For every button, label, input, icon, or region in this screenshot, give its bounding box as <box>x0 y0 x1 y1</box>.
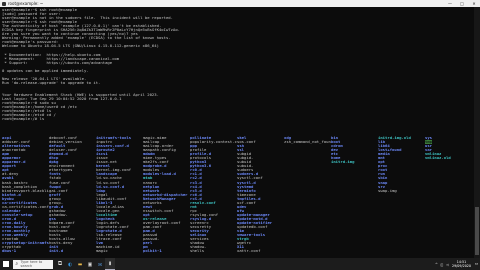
listing-column: debconf.conf debian_version default deluser… <box>49 136 96 256</box>
minimize-button[interactable]: — <box>444 0 456 7</box>
window-title: root@example: ~ <box>8 1 44 6</box>
taskbar-search-box[interactable]: ⌕ Type here to search <box>13 259 53 269</box>
chevron-up-icon[interactable]: ^ <box>435 262 437 267</box>
clock[interactable]: 14:51 29/09/2020 <box>452 260 471 268</box>
terminal-icon[interactable]: ▮ <box>105 258 115 270</box>
mail-icon[interactable]: ✉ <box>95 258 105 270</box>
listing-column: initramfs-tools inputrc insserv.conf.d ipro… <box>96 136 143 256</box>
windows-logo-icon <box>2 260 10 268</box>
search-icon: ⌕ <box>15 261 19 267</box>
listing-entry: shells <box>190 249 205 254</box>
listing-entry: polkit-1 <box>143 249 162 254</box>
task-view-icon[interactable]: ⧉ <box>55 258 65 270</box>
listing-column: initrd.img.old lib lib64 lost+found media mnt… <box>378 136 425 256</box>
taskbar-apps: ⧉ ◐ ▬ ▣ ✉ ▮ <box>55 258 115 270</box>
window-titlebar[interactable]: root@example: ~ — □ ✕ <box>0 0 480 7</box>
listing-entry: magic <box>96 249 108 254</box>
system-tray: ^ ◫ ◁ 14:51 29/09/2020 ▭ <box>434 258 480 270</box>
listing-column: sys tmp usr var vmlinuz vmlinuz.old <box>425 136 472 256</box>
listing-column: magic.mime mailcap mailcap.order manpath.co… <box>143 136 190 256</box>
listing-entry: dbus-1 <box>2 249 17 254</box>
taskbar: ⌕ Type here to search ⧉ ◐ ▬ ▣ ✉ ▮ ^ ◫ ◁ 14:51… <box>0 258 480 270</box>
file-explorer-icon[interactable]: ▬ <box>75 258 85 270</box>
listing-column: xdg zsh_command_not_found <box>284 136 331 256</box>
listing-entry: swap.img <box>378 188 397 193</box>
store-icon[interactable]: ▣ <box>85 258 95 270</box>
terminal-line: root@example:/# ls <box>2 117 45 122</box>
listing-column: pollinatepopularity-contest.confpppprofi… <box>190 136 237 256</box>
listing-entry: vmlinuz.old <box>425 156 451 161</box>
scrollbar-thumb[interactable] <box>475 207 479 255</box>
edge-icon[interactable]: ◐ <box>65 258 75 270</box>
directory-listing: acpi adduser.conf alternatives anacrontab ap… <box>2 136 472 256</box>
listing-entry: popularity-contest.conf <box>190 140 237 145</box>
terminal-scrollbar[interactable] <box>474 7 480 258</box>
listing-column: acpi adduser.conf alternatives anacrontab ap… <box>2 136 49 256</box>
listing-column: skel sos.conf ssh ssl subgid subgid-subuid sub… <box>237 136 284 256</box>
terminal-app-icon <box>2 1 6 6</box>
clock-date: 29/09/2020 <box>451 264 471 268</box>
search-placeholder: Type here to search <box>20 260 43 268</box>
start-button[interactable] <box>0 258 12 270</box>
notification-icon[interactable]: ▭ <box>473 258 480 270</box>
maximize-button[interactable]: □ <box>456 0 468 7</box>
close-button[interactable]: ✕ <box>468 0 480 7</box>
listing-entry: init.d <box>49 249 64 254</box>
listing-entry: initrd.img <box>331 160 355 165</box>
network-icon[interactable]: ◫ <box>441 262 443 267</box>
listing-column: bin boot cdrom dev etc home initrd.img <box>331 136 378 256</box>
volume-icon[interactable]: ◁ <box>446 262 448 267</box>
listing-entry: xattr.conf <box>237 249 261 254</box>
listing-entry: zsh_command_not_found <box>284 140 331 145</box>
